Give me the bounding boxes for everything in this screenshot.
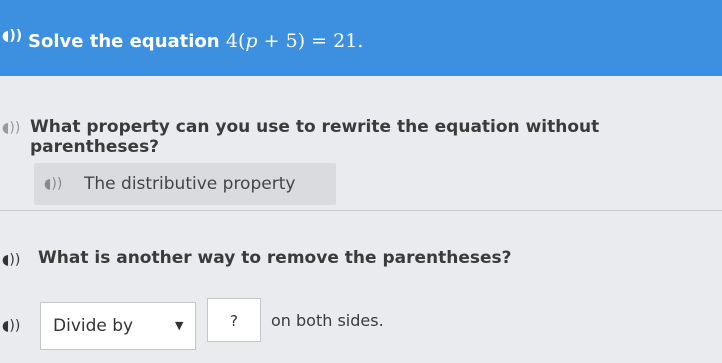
eq-var: p xyxy=(245,30,258,52)
banner-prompt: Solve the equation 4(p + 5) = 21. xyxy=(28,30,363,52)
dropdown-value: Divide by xyxy=(53,316,134,336)
eq-coef: 4 xyxy=(225,30,238,52)
speaker-icon[interactable]: ◖)) xyxy=(2,252,20,268)
answer-chip[interactable]: ◖)) The distributive property xyxy=(34,163,336,205)
blank-placeholder: ? xyxy=(230,312,238,330)
equation: 4(p + 5) = 21. xyxy=(225,30,364,52)
question-1: What property can you use to rewrite the… xyxy=(30,117,600,157)
answer-text: The distributive property xyxy=(84,174,296,194)
speaker-icon[interactable]: ◖)) xyxy=(44,176,62,192)
answer-blank[interactable]: ? xyxy=(207,298,261,342)
question-2: What is another way to remove the parent… xyxy=(38,248,512,268)
speaker-icon[interactable]: ◖)) xyxy=(2,28,22,44)
eq-const: 5 xyxy=(285,30,298,52)
prompt-text: Solve the equation xyxy=(28,31,220,52)
speaker-icon[interactable]: ◖)) xyxy=(2,120,20,136)
eq-end: . xyxy=(357,30,364,52)
question-banner: ◖)) Solve the equation 4(p + 5) = 21. xyxy=(0,0,722,76)
operation-dropdown[interactable]: Divide by ▼ xyxy=(40,302,196,350)
suffix-text: on both sides. xyxy=(271,311,384,330)
speaker-icon[interactable]: ◖)) xyxy=(2,318,20,334)
chevron-down-icon[interactable]: ▼ xyxy=(175,319,183,332)
eq-rhs: 21 xyxy=(333,30,358,52)
divider xyxy=(0,210,722,211)
eq-plus: + xyxy=(263,30,280,52)
